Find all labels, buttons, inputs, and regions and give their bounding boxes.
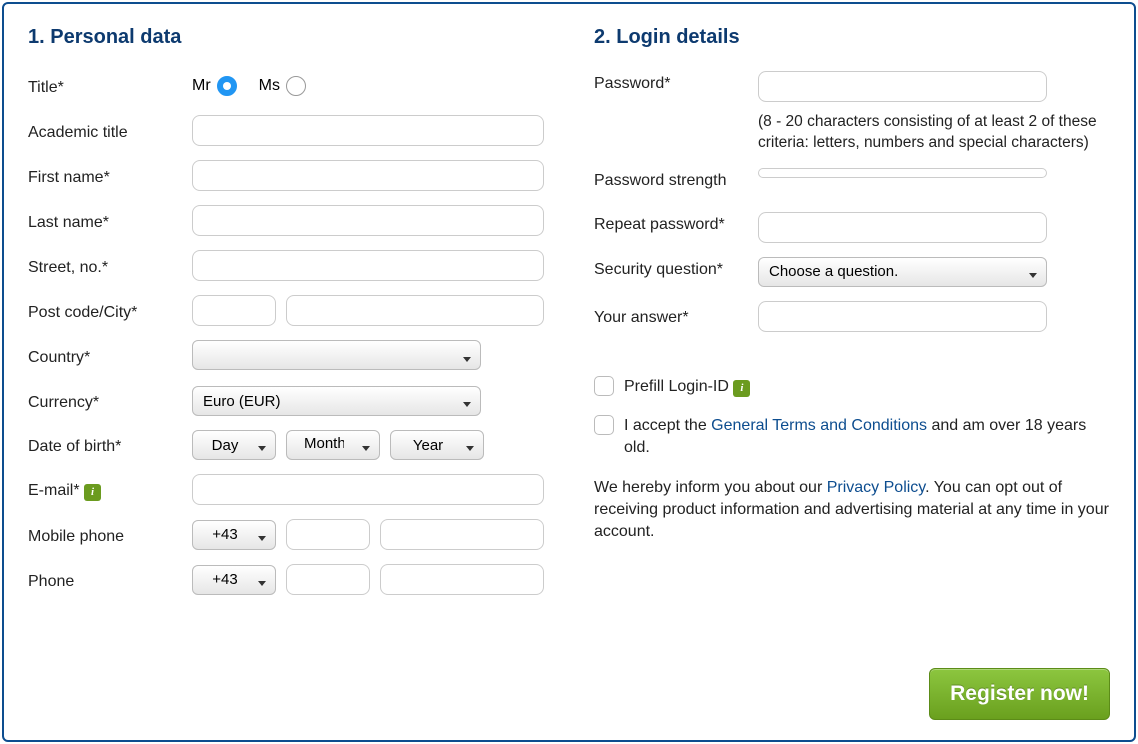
postcode-input[interactable] (192, 295, 276, 326)
dob-label: Date of birth* (28, 434, 192, 456)
street-input[interactable] (192, 250, 544, 281)
first-name-label: First name* (28, 165, 192, 187)
country-label: Country* (28, 345, 192, 367)
academic-title-input[interactable] (192, 115, 544, 146)
last-name-input[interactable] (192, 205, 544, 236)
terms-checkbox[interactable] (594, 415, 614, 435)
phone-label: Phone (28, 569, 192, 591)
repeat-password-label: Repeat password* (594, 212, 758, 234)
phone-code-select[interactable]: +43 (192, 565, 276, 595)
last-name-label: Last name* (28, 210, 192, 232)
section2-heading: 2. Login details (594, 26, 1110, 49)
info-icon[interactable]: i (733, 380, 750, 397)
security-question-label: Security question* (594, 257, 758, 279)
password-input[interactable] (758, 71, 1047, 102)
mobile-area-input[interactable] (286, 519, 370, 550)
title-ms-radio[interactable] (286, 76, 306, 96)
dob-month-select[interactable]: Month (286, 430, 380, 460)
terms-text: I accept the General Terms and Condition… (624, 415, 1110, 458)
dob-year-select[interactable]: Year (390, 430, 484, 460)
currency-label: Currency* (28, 390, 192, 412)
personal-data-section: 1. Personal data Title* Mr Ms Academic t… (28, 26, 544, 609)
academic-title-label: Academic title (28, 120, 192, 142)
privacy-link[interactable]: Privacy Policy (827, 479, 925, 496)
title-label: Title* (28, 75, 192, 97)
register-button[interactable]: Register now! (929, 668, 1110, 720)
title-mr-label: Mr (192, 77, 211, 95)
terms-link[interactable]: General Terms and Conditions (711, 417, 927, 434)
currency-select[interactable]: Euro (EUR) (192, 386, 481, 416)
dob-day-select[interactable]: Day (192, 430, 276, 460)
section1-heading: 1. Personal data (28, 26, 544, 49)
mobile-number-input[interactable] (380, 519, 544, 550)
strength-label: Password strength (594, 168, 758, 190)
repeat-password-input[interactable] (758, 212, 1047, 243)
email-label: E-mail* i (28, 478, 192, 501)
first-name-input[interactable] (192, 160, 544, 191)
password-hint: (8 - 20 characters consisting of at leas… (758, 112, 1110, 154)
password-strength-meter (758, 168, 1047, 178)
email-input[interactable] (192, 474, 544, 505)
street-label: Street, no.* (28, 255, 192, 277)
password-label: Password* (594, 71, 758, 93)
registration-form: 1. Personal data Title* Mr Ms Academic t… (2, 2, 1136, 742)
title-mr-radio[interactable] (217, 76, 237, 96)
prefill-login-checkbox[interactable] (594, 376, 614, 396)
phone-number-input[interactable] (380, 564, 544, 595)
phone-area-input[interactable] (286, 564, 370, 595)
security-question-select[interactable]: Choose a question. (758, 257, 1047, 287)
mobile-label: Mobile phone (28, 524, 192, 546)
country-select[interactable] (192, 340, 481, 370)
prefill-login-label: Prefill Login-ID i (624, 376, 750, 398)
login-details-section: 2. Login details Password* (8 - 20 chara… (594, 26, 1110, 609)
city-input[interactable] (286, 295, 544, 326)
answer-input[interactable] (758, 301, 1047, 332)
postcode-city-label: Post code/City* (28, 300, 192, 322)
title-ms-label: Ms (259, 77, 280, 95)
answer-label: Your answer* (594, 305, 758, 327)
mobile-code-select[interactable]: +43 (192, 520, 276, 550)
info-icon[interactable]: i (84, 484, 101, 501)
privacy-note: We hereby inform you about our Privacy P… (594, 477, 1110, 544)
